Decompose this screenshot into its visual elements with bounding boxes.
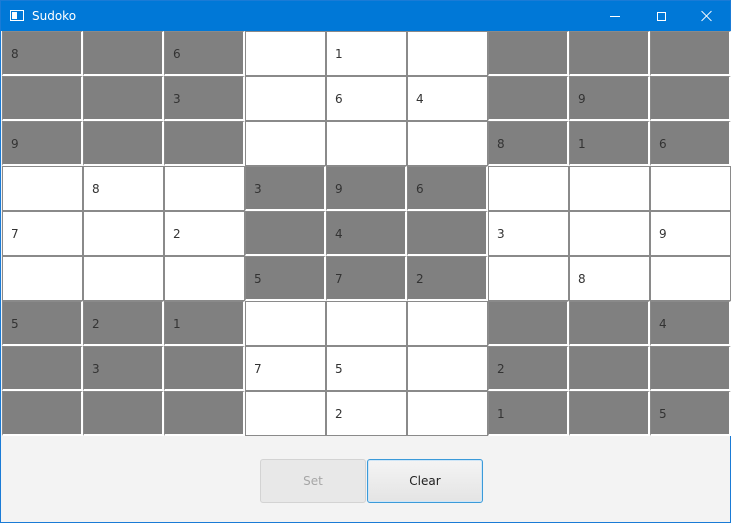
sudoku-cell-r1-c1[interactable]: 8 (2, 31, 83, 76)
close-button[interactable] (684, 1, 730, 31)
sudoku-cell-r3-c1[interactable]: 9 (2, 121, 83, 166)
sudoku-cell-r3-c5[interactable] (326, 121, 407, 166)
sudoku-cell-r4-c7[interactable] (488, 166, 569, 211)
sudoku-cell-r7-c2[interactable]: 2 (83, 301, 164, 346)
sudoku-cell-r8-c1[interactable] (2, 346, 83, 391)
sudoku-cell-r7-c5[interactable] (326, 301, 407, 346)
sudoku-cell-r7-c4[interactable] (245, 301, 326, 346)
sudoku-cell-r2-c5[interactable]: 6 (326, 76, 407, 121)
sudoku-cell-r5-c2[interactable] (83, 211, 164, 256)
sudoku-cell-r1-c9[interactable] (650, 31, 731, 76)
sudoku-cell-r3-c9[interactable]: 6 (650, 121, 731, 166)
sudoku-cell-r9-c6[interactable] (407, 391, 488, 436)
sudoku-cell-r6-c3[interactable] (164, 256, 245, 301)
sudoku-cell-r4-c1[interactable] (2, 166, 83, 211)
sudoku-cell-r2-c1[interactable] (2, 76, 83, 121)
sudoku-cell-r1-c2[interactable] (83, 31, 164, 76)
sudoku-cell-r3-c2[interactable] (83, 121, 164, 166)
sudoku-cell-r3-c8[interactable]: 1 (569, 121, 650, 166)
sudoku-cell-r1-c5[interactable]: 1 (326, 31, 407, 76)
sudoku-cell-r6-c7[interactable] (488, 256, 569, 301)
sudoku-cell-r2-c4[interactable] (245, 76, 326, 121)
sudoku-cell-r1-c4[interactable] (245, 31, 326, 76)
sudoku-cell-r6-c1[interactable] (2, 256, 83, 301)
sudoku-cell-r5-c8[interactable] (569, 211, 650, 256)
sudoku-cell-r3-c3[interactable] (164, 121, 245, 166)
sudoku-cell-r7-c9[interactable]: 4 (650, 301, 731, 346)
sudoku-cell-r6-c4[interactable]: 5 (245, 256, 326, 301)
sudoku-cell-r9-c4[interactable] (245, 391, 326, 436)
sudoku-cell-r9-c3[interactable] (164, 391, 245, 436)
sudoku-cell-r9-c1[interactable] (2, 391, 83, 436)
sudoku-cell-r5-c6[interactable] (407, 211, 488, 256)
title-bar[interactable]: Sudoko (1, 1, 730, 31)
sudoku-cell-r2-c9[interactable] (650, 76, 731, 121)
sudoku-cell-r9-c9[interactable]: 5 (650, 391, 731, 436)
sudoku-cell-r6-c6[interactable]: 2 (407, 256, 488, 301)
sudoku-cell-r2-c2[interactable] (83, 76, 164, 121)
app-window-icon (10, 10, 24, 21)
maximize-icon (656, 11, 666, 21)
sudoku-cell-r7-c7[interactable] (488, 301, 569, 346)
sudoku-cell-r1-c8[interactable] (569, 31, 650, 76)
sudoku-cell-r4-c9[interactable] (650, 166, 731, 211)
sudoku-cell-r9-c5[interactable]: 2 (326, 391, 407, 436)
sudoku-cell-r6-c9[interactable] (650, 256, 731, 301)
sudoku-cell-r7-c6[interactable] (407, 301, 488, 346)
sudoku-cell-r8-c6[interactable] (407, 346, 488, 391)
sudoku-cell-r7-c1[interactable]: 5 (2, 301, 83, 346)
sudoku-cell-r4-c5[interactable]: 9 (326, 166, 407, 211)
sudoku-cell-r8-c4[interactable]: 7 (245, 346, 326, 391)
sudoku-cell-r5-c5[interactable]: 4 (326, 211, 407, 256)
set-button[interactable]: Set (260, 459, 366, 503)
sudoku-cell-r2-c6[interactable]: 4 (407, 76, 488, 121)
sudoku-cell-r8-c5[interactable]: 5 (326, 346, 407, 391)
sudoku-cell-r7-c3[interactable]: 1 (164, 301, 245, 346)
sudoku-cell-r4-c8[interactable] (569, 166, 650, 211)
sudoku-cell-r5-c9[interactable]: 9 (650, 211, 731, 256)
sudoku-cell-r9-c2[interactable] (83, 391, 164, 436)
sudoku-cell-r8-c9[interactable] (650, 346, 731, 391)
sudoku-cell-r5-c4[interactable] (245, 211, 326, 256)
sudoku-cell-r8-c2[interactable]: 3 (83, 346, 164, 391)
sudoku-cell-r6-c8[interactable]: 8 (569, 256, 650, 301)
sudoku-cell-r9-c7[interactable]: 1 (488, 391, 569, 436)
sudoku-cell-r3-c4[interactable] (245, 121, 326, 166)
sudoku-cell-r2-c7[interactable] (488, 76, 569, 121)
sudoku-cell-r4-c3[interactable] (164, 166, 245, 211)
window-title: Sudoko (32, 9, 77, 23)
sudoku-cell-r1-c3[interactable]: 6 (164, 31, 245, 76)
close-icon (701, 10, 713, 22)
sudoku-cell-r5-c3[interactable]: 2 (164, 211, 245, 256)
sudoku-cell-r4-c4[interactable]: 3 (245, 166, 326, 211)
sudoku-cell-r1-c6[interactable] (407, 31, 488, 76)
sudoku-cell-r8-c3[interactable] (164, 346, 245, 391)
sudoku-board: 86136499816839672439572852143752215 (2, 31, 731, 436)
sudoku-cell-r6-c5[interactable]: 7 (326, 256, 407, 301)
minimize-icon (610, 15, 620, 17)
sudoku-cell-r3-c7[interactable]: 8 (488, 121, 569, 166)
sudoku-cell-r9-c8[interactable] (569, 391, 650, 436)
sudoku-cell-r5-c1[interactable]: 7 (2, 211, 83, 256)
sudoku-cell-r5-c7[interactable]: 3 (488, 211, 569, 256)
sudoku-cell-r8-c8[interactable] (569, 346, 650, 391)
sudoku-cell-r4-c6[interactable]: 6 (407, 166, 488, 211)
minimize-button[interactable] (592, 1, 638, 31)
maximize-button[interactable] (638, 1, 684, 31)
sudoku-cell-r6-c2[interactable] (83, 256, 164, 301)
sudoku-cell-r3-c6[interactable] (407, 121, 488, 166)
sudoku-cell-r8-c7[interactable]: 2 (488, 346, 569, 391)
sudoku-cell-r7-c8[interactable] (569, 301, 650, 346)
sudoku-cell-r1-c7[interactable] (488, 31, 569, 76)
app-window: Sudoko 861364998168396724395728521437522… (0, 0, 731, 523)
sudoku-cell-r2-c3[interactable]: 3 (164, 76, 245, 121)
sudoku-cell-r4-c2[interactable]: 8 (83, 166, 164, 211)
clear-button[interactable]: Clear (367, 459, 483, 503)
sudoku-cell-r2-c8[interactable]: 9 (569, 76, 650, 121)
